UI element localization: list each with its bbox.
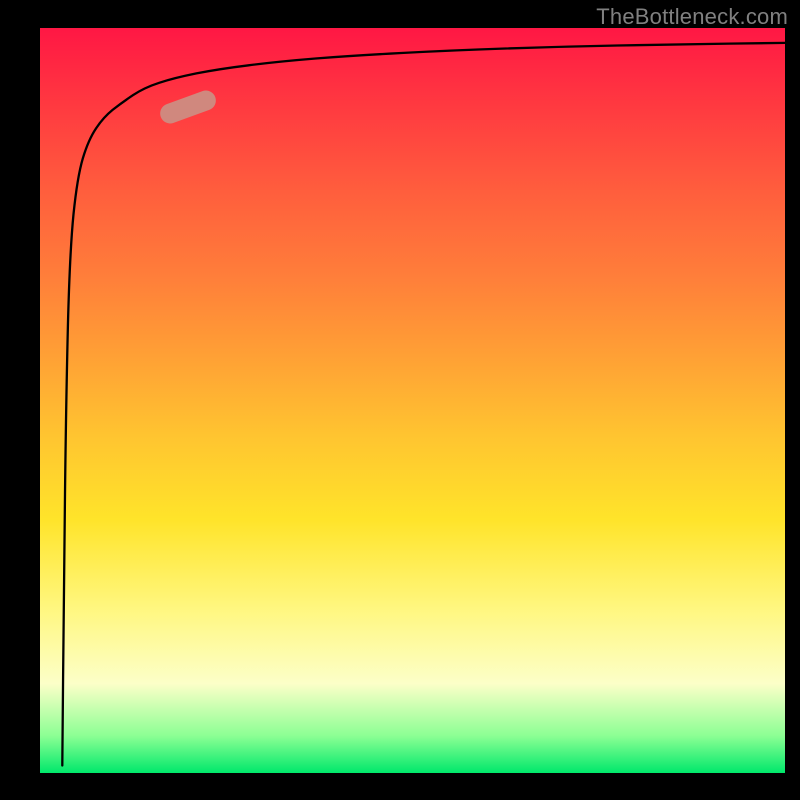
chart-stage: TheBottleneck.com: [0, 0, 800, 800]
watermark-text: TheBottleneck.com: [596, 4, 788, 30]
curve-svg: [40, 28, 785, 773]
main-curve-path: [62, 43, 785, 766]
